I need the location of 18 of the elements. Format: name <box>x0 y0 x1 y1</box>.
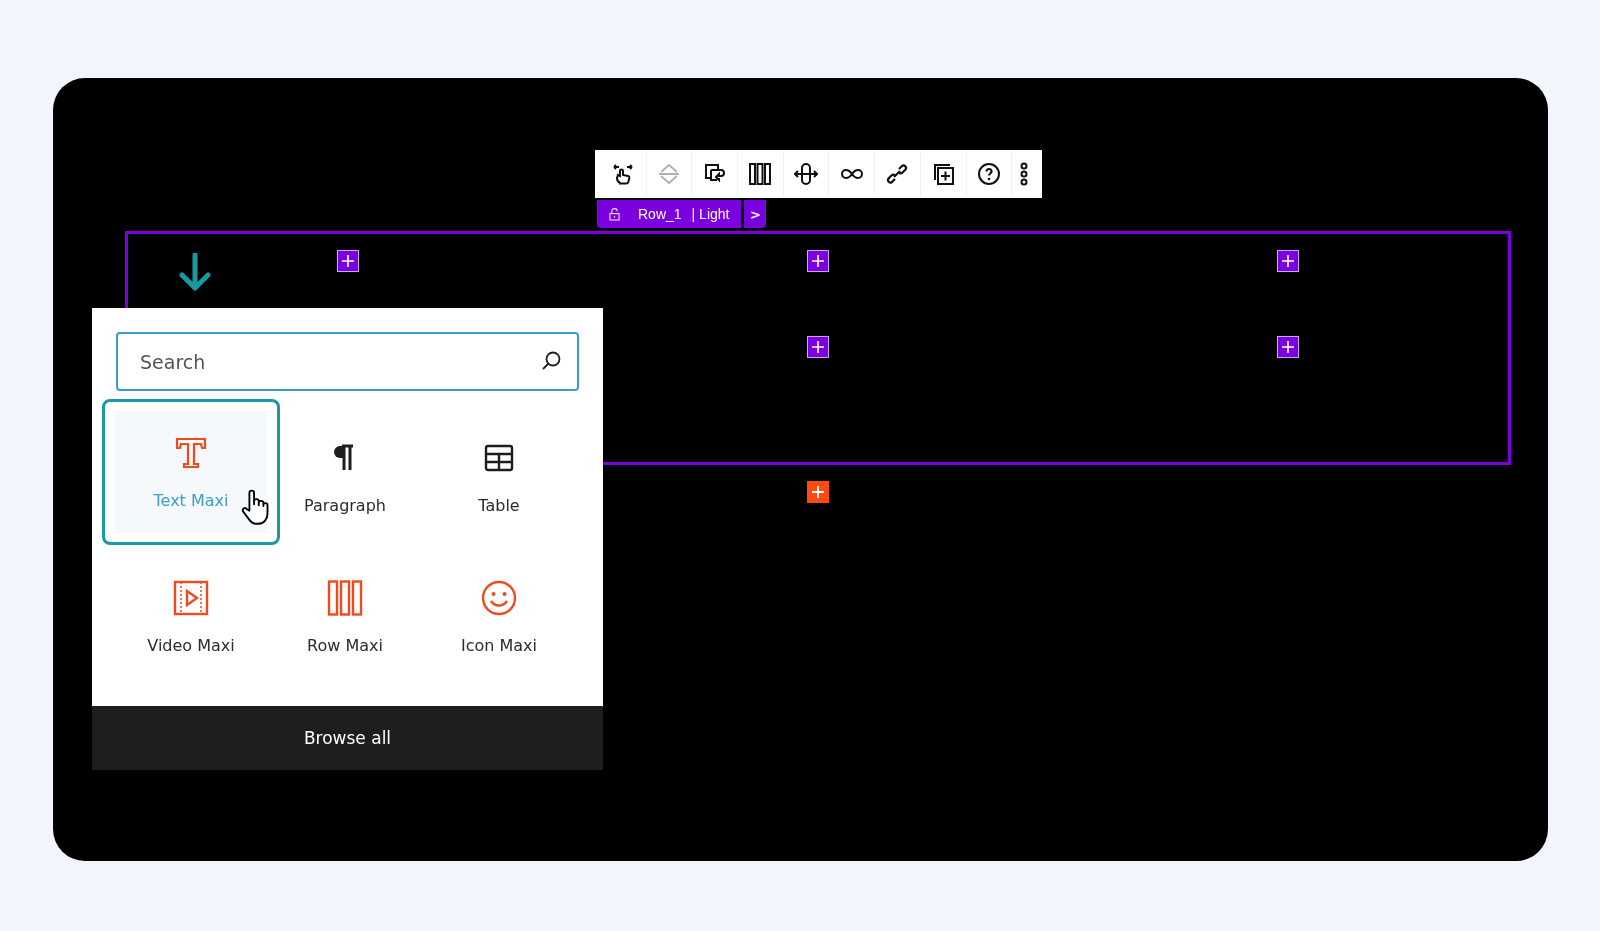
add-block-button[interactable] <box>807 481 829 503</box>
smiley-icon <box>481 579 517 616</box>
columns-icon <box>327 579 363 616</box>
hand-cursor-icon <box>241 488 269 526</box>
video-icon <box>173 579 209 616</box>
block-name: Row_1 <box>638 206 682 222</box>
add-block-button[interactable] <box>1277 250 1299 272</box>
search-field[interactable]: Search <box>116 332 579 391</box>
add-block-button[interactable] <box>807 250 829 272</box>
add-block-button[interactable] <box>807 336 829 358</box>
next-button[interactable]: > <box>744 200 767 228</box>
unlock-icon <box>609 207 620 221</box>
add-block-button[interactable] <box>1277 336 1299 358</box>
down-arrow-icon <box>178 253 212 291</box>
block-style: | Light <box>691 206 730 222</box>
add-block-button[interactable] <box>337 250 359 272</box>
block-label[interactable]: Row_1 | Light <box>597 200 742 228</box>
browse-all-button[interactable]: Browse all <box>92 706 603 770</box>
